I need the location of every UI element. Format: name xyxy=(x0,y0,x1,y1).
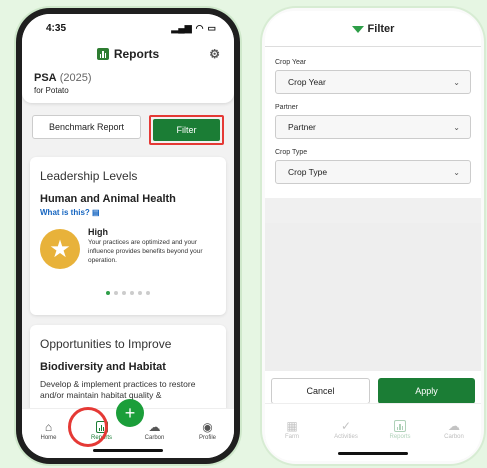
app-bar: Reports ⚙ xyxy=(22,42,234,66)
apply-button[interactable]: Apply xyxy=(378,378,475,404)
partner-select[interactable]: Partner ⌄ xyxy=(275,115,471,139)
level-description: Your practices are optimized and your in… xyxy=(88,239,203,264)
phone-filter: Filter Crop Year Crop Year ⌄ Partner Par… xyxy=(262,8,484,464)
reports-screen: 4:35 ▂▄▆ ◠ ▭ Reports ⚙ PSA (2025) for Po… xyxy=(22,14,234,458)
bar-chart-icon xyxy=(96,48,109,60)
benchmark-report-button[interactable]: Benchmark Report xyxy=(32,115,142,139)
filter-form: Crop Year Crop Year ⌄ Partner Partner ⌄ … xyxy=(265,47,481,198)
partner-label: Partner xyxy=(275,104,298,111)
page-title: Reports xyxy=(113,47,160,61)
check-circle-icon: ✓ xyxy=(340,419,352,433)
crop-year-select[interactable]: Crop Year ⌄ xyxy=(275,70,471,94)
home-indicator xyxy=(338,452,408,455)
funnel-icon xyxy=(351,26,364,33)
crop-year-label: Crop Year xyxy=(275,59,307,66)
psa-subtitle: for Potato xyxy=(34,86,69,95)
level-title: High xyxy=(88,227,108,237)
phone-reports: 4:35 ▂▄▆ ◠ ▭ Reports ⚙ PSA (2025) for Po… xyxy=(16,8,240,464)
chevron-down-icon: ⌄ xyxy=(453,77,460,87)
wifi-icon: ◠ xyxy=(195,22,204,33)
carousel-dot[interactable] xyxy=(106,291,110,295)
cloud-icon: ☁ xyxy=(448,419,460,433)
battery-icon: ▭ xyxy=(207,22,216,33)
nav-reports[interactable]: Reports xyxy=(383,420,417,440)
bottom-nav: ⌂ Home Reports ☁ Carbon ◉ Profile + xyxy=(22,399,234,458)
carousel-dots[interactable] xyxy=(40,291,216,295)
cloud-icon: ☁ xyxy=(148,420,161,434)
book-icon: ▤ xyxy=(92,208,100,217)
filter-title: Filter xyxy=(367,22,395,35)
nav-activities[interactable]: ✓ Activities xyxy=(329,420,363,440)
add-button[interactable]: + xyxy=(116,399,144,427)
filter-screen: Filter Crop Year Crop Year ⌄ Partner Par… xyxy=(265,11,481,461)
filter-button-highlight: Filter xyxy=(149,115,224,145)
chevron-down-icon: ⌄ xyxy=(453,122,460,132)
bar-chart-icon xyxy=(394,420,406,432)
carousel-dot[interactable] xyxy=(138,291,142,295)
nav-profile[interactable]: ◉ Profile xyxy=(191,421,225,441)
psa-name: PSA xyxy=(34,72,57,84)
profile-icon: ◉ xyxy=(202,420,213,434)
filter-header: Filter xyxy=(265,11,481,47)
nav-carbon[interactable]: ☁ Carbon xyxy=(437,420,471,440)
crop-type-label: Crop Type xyxy=(275,149,308,156)
home-icon: ⌂ xyxy=(44,420,53,434)
star-icon: ★ xyxy=(40,229,80,269)
cancel-button[interactable]: Cancel xyxy=(271,378,370,404)
nav-carbon[interactable]: ☁ Carbon xyxy=(138,421,172,441)
carousel-dot[interactable] xyxy=(122,291,126,295)
leadership-card: Leadership Levels Human and Animal Healt… xyxy=(30,157,226,315)
nav-farm[interactable]: ▦ Farm xyxy=(275,420,309,440)
home-indicator xyxy=(93,449,163,452)
leadership-category: Human and Animal Health xyxy=(40,193,176,205)
opportunities-heading: Opportunities to Improve xyxy=(40,337,172,351)
crop-type-select[interactable]: Crop Type ⌄ xyxy=(275,160,471,184)
carousel-dot[interactable] xyxy=(114,291,118,295)
leadership-heading: Leadership Levels xyxy=(40,169,138,183)
carousel-dot[interactable] xyxy=(146,291,150,295)
reports-highlight-circle xyxy=(68,407,108,447)
barn-icon: ▦ xyxy=(286,419,298,433)
psa-year: (2025) xyxy=(59,72,92,84)
what-is-this-link[interactable]: What is this? ▤ xyxy=(40,208,216,217)
signal-icon: ▂▄▆ xyxy=(171,22,192,33)
chevron-down-icon: ⌄ xyxy=(453,167,460,177)
report-button-row: Benchmark Report Filter xyxy=(22,103,234,153)
filter-button[interactable]: Filter xyxy=(153,119,220,141)
carousel-dot[interactable] xyxy=(130,291,134,295)
status-time: 4:35 xyxy=(46,22,67,34)
gear-icon[interactable]: ⚙ xyxy=(209,47,220,61)
opportunity-topic: Biodiversity and Habitat xyxy=(40,361,166,373)
status-icons: ▂▄▆ ◠ ▭ xyxy=(171,23,216,34)
psa-header-card[interactable]: PSA (2025) for Potato xyxy=(22,66,234,103)
nav-home[interactable]: ⌂ Home xyxy=(32,421,66,441)
bottom-nav-dimmed: ▦ Farm ✓ Activities Reports ☁ Carbon xyxy=(265,403,481,461)
status-bar: 4:35 ▂▄▆ ◠ ▭ xyxy=(22,14,234,42)
